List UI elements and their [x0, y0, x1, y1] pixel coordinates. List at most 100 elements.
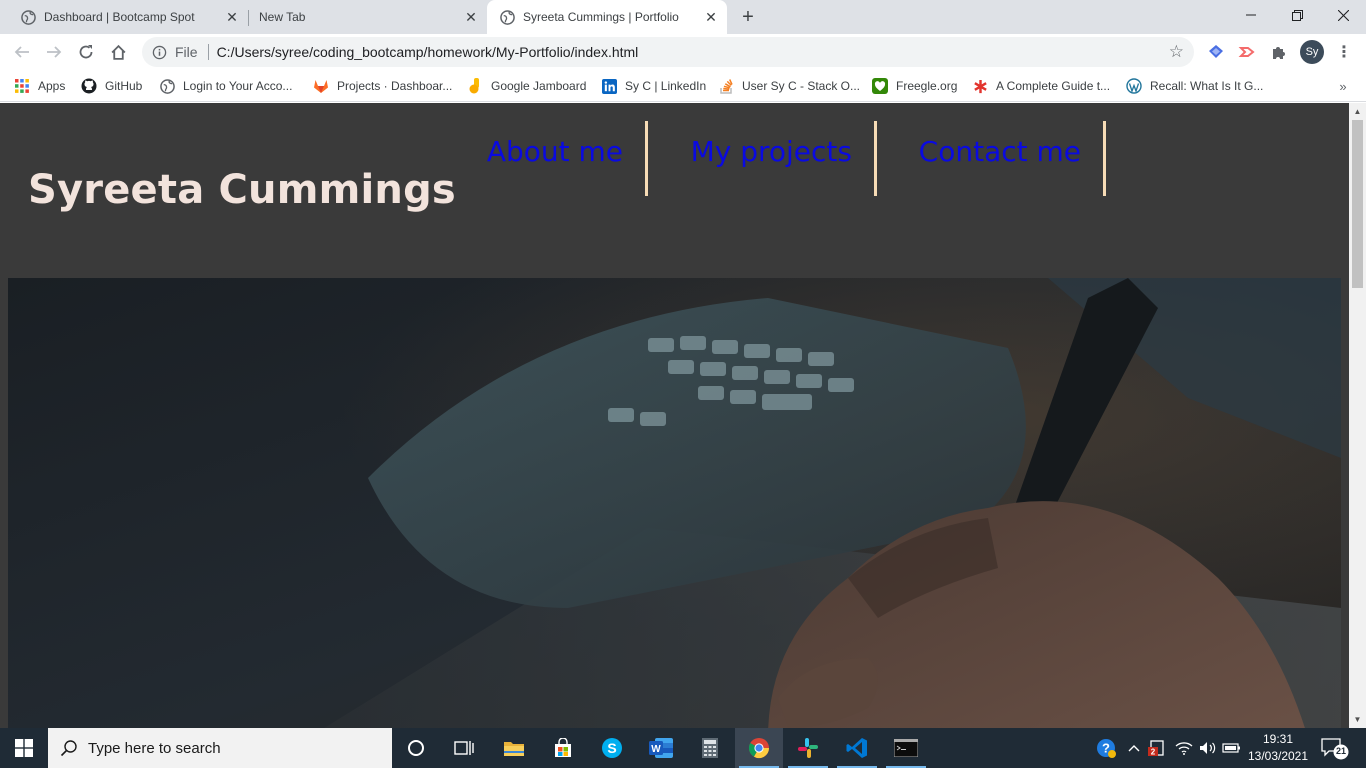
scroll-up-arrow-icon[interactable]: ▲	[1349, 103, 1366, 120]
address-bar[interactable]: File C:/Users/syree/coding_bootcamp/home…	[142, 37, 1194, 67]
nav-link-about-me[interactable]: About me	[460, 121, 648, 196]
nav-link-label: About me	[486, 135, 623, 168]
bookmark-login[interactable]: Login to Your Acco...	[159, 76, 292, 96]
site-title: Syreeta Cummings	[28, 167, 456, 213]
minimize-button[interactable]	[1228, 0, 1274, 30]
asterisk-icon	[972, 78, 988, 94]
search-placeholder: Type here to search	[88, 739, 221, 757]
skype-icon[interactable]: S	[588, 728, 636, 768]
nav-link-label: Contact me	[918, 135, 1081, 168]
clock-time: 19:31	[1262, 732, 1294, 746]
extension-arrow-icon[interactable]	[1237, 42, 1257, 62]
notification-center-icon[interactable]: 21	[1320, 736, 1350, 760]
url-text[interactable]: C:/Users/syree/coding_bootcamp/homework/…	[217, 44, 1169, 60]
svg-text:S: S	[607, 740, 616, 756]
clock-date: 13/03/2021	[1247, 749, 1309, 763]
bookmarks-bar: Apps GitHub Login to Your Acco... Projec…	[0, 70, 1366, 102]
close-icon[interactable]: ✕	[461, 7, 481, 27]
bookmark-recall[interactable]: Recall: What Is It G...	[1126, 76, 1263, 96]
wordpress-icon	[1126, 78, 1142, 94]
bookmarks-overflow-icon[interactable]: »	[1334, 76, 1352, 96]
apps-grid-icon	[14, 78, 30, 94]
extension-graduation-icon[interactable]	[1206, 42, 1226, 62]
bookmark-star-icon[interactable]: ☆	[1169, 42, 1184, 62]
page-scrollbar[interactable]: ▲ ▼	[1349, 103, 1366, 728]
scrollbar-thumb[interactable]	[1352, 120, 1363, 288]
info-icon[interactable]	[151, 44, 167, 60]
hero-image	[8, 278, 1341, 728]
bookmark-gitlab-projects[interactable]: Projects · Dashboar...	[313, 76, 452, 96]
help-tray-icon[interactable]: ?	[1092, 728, 1120, 768]
app-badge-tray-icon[interactable]: 2	[1146, 728, 1170, 768]
tab-title: New Tab	[259, 10, 306, 24]
bookmark-label: A Complete Guide t...	[996, 79, 1111, 93]
bookmark-label: Recall: What Is It G...	[1150, 79, 1264, 93]
windows-start-button[interactable]	[0, 728, 48, 768]
bookmark-linkedin[interactable]: Sy C | LinkedIn	[601, 76, 706, 96]
file-explorer-icon[interactable]	[490, 728, 538, 768]
profile-avatar[interactable]: Sy	[1300, 40, 1324, 64]
nav-link-label: My projects	[690, 135, 852, 168]
terminal-icon[interactable]	[882, 728, 930, 768]
tab-bootcamp-dashboard[interactable]: Dashboard | Bootcamp Spot ✕	[0, 0, 248, 34]
restore-button[interactable]	[1274, 0, 1320, 30]
search-icon	[60, 740, 77, 757]
windows-logo-icon	[15, 739, 33, 757]
bookmark-github[interactable]: GitHub	[81, 76, 142, 96]
reload-button[interactable]	[72, 38, 100, 66]
nav-link-contact-me[interactable]: Contact me	[877, 121, 1106, 196]
svg-text:W: W	[651, 744, 661, 755]
taskbar-clock[interactable]: 19:31 13/03/2021	[1246, 731, 1310, 765]
task-view-icon[interactable]	[440, 728, 488, 768]
stackoverflow-icon	[718, 78, 734, 94]
bookmark-complete-guide[interactable]: A Complete Guide t...	[972, 76, 1110, 96]
show-hidden-icons-chevron-icon[interactable]	[1124, 728, 1144, 768]
svg-text:2: 2	[1151, 748, 1156, 757]
globe-icon	[499, 9, 515, 25]
taskbar-search-input[interactable]: Type here to search	[48, 728, 392, 768]
cortana-icon[interactable]	[392, 728, 440, 768]
bookmark-freegle[interactable]: Freegle.org	[872, 76, 957, 96]
slack-icon[interactable]	[784, 728, 832, 768]
microsoft-store-icon[interactable]	[539, 728, 587, 768]
scroll-down-arrow-icon[interactable]: ▼	[1349, 711, 1366, 728]
word-icon[interactable]: W	[637, 728, 685, 768]
tab-strip: Dashboard | Bootcamp Spot ✕ New Tab ✕ Sy…	[0, 0, 1366, 34]
calculator-icon[interactable]	[686, 728, 734, 768]
tab-new-tab[interactable]: New Tab ✕	[239, 0, 487, 34]
gitlab-icon	[313, 78, 329, 94]
forward-button[interactable]	[40, 38, 68, 66]
divider	[207, 44, 209, 60]
url-scheme-label: File	[175, 44, 198, 60]
globe-icon	[159, 78, 175, 94]
bookmark-jamboard[interactable]: Google Jamboard	[467, 76, 586, 96]
tab-title: Syreeta Cummings | Portfolio	[523, 10, 679, 24]
home-button[interactable]	[104, 38, 132, 66]
back-button[interactable]	[8, 38, 36, 66]
tab-portfolio[interactable]: Syreeta Cummings | Portfolio ✕	[487, 0, 727, 34]
wifi-icon[interactable]	[1172, 728, 1196, 768]
bookmark-label: Projects · Dashboar...	[337, 79, 453, 93]
github-icon	[81, 78, 97, 94]
chrome-menu-icon[interactable]: ⋮	[1334, 40, 1354, 64]
extensions-puzzle-icon[interactable]	[1269, 42, 1289, 62]
new-tab-button[interactable]: +	[734, 4, 762, 30]
tab-title: Dashboard | Bootcamp Spot	[44, 10, 195, 24]
bookmark-label: Sy C | LinkedIn	[625, 79, 707, 93]
close-window-button[interactable]	[1320, 0, 1366, 30]
chrome-icon[interactable]	[735, 728, 783, 768]
close-icon[interactable]: ✕	[701, 7, 721, 27]
bookmark-label: GitHub	[105, 79, 143, 93]
linkedin-icon	[601, 78, 617, 94]
battery-icon[interactable]	[1220, 728, 1244, 768]
bookmark-apps[interactable]: Apps	[14, 76, 65, 96]
hero-photo-illustration	[8, 278, 1341, 728]
bookmark-stackoverflow[interactable]: User Sy C - Stack O...	[718, 76, 860, 96]
nav-link-my-projects[interactable]: My projects	[648, 121, 877, 196]
vscode-icon[interactable]	[833, 728, 881, 768]
freegle-icon	[872, 78, 888, 94]
jamboard-icon	[467, 78, 483, 94]
bookmark-label: User Sy C - Stack O...	[742, 79, 861, 93]
notification-count: 21	[1335, 746, 1346, 756]
volume-icon[interactable]	[1196, 728, 1220, 768]
